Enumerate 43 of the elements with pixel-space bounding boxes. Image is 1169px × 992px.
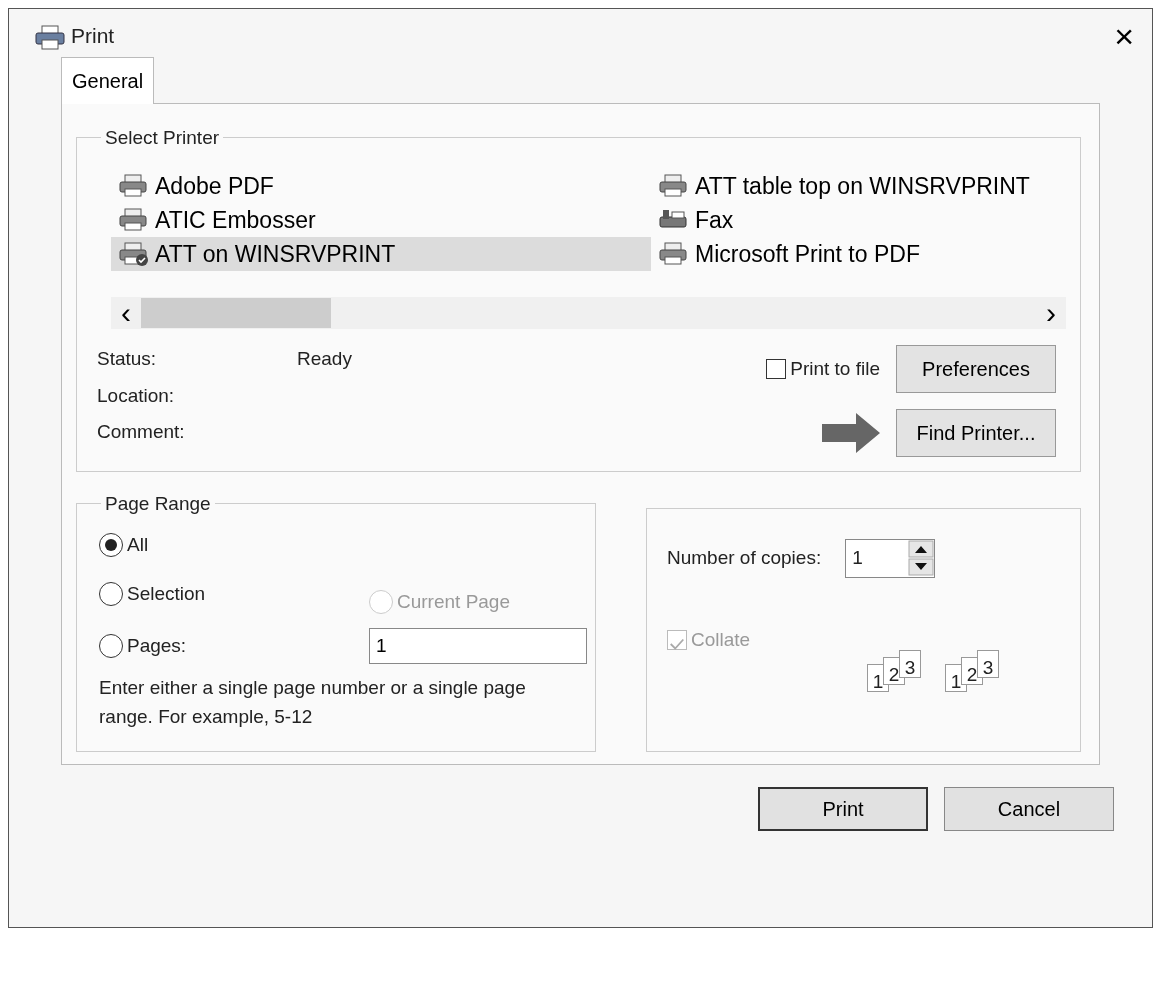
preferences-button[interactable]: Preferences <box>896 345 1056 393</box>
checkbox[interactable] <box>766 359 787 379</box>
radio-button[interactable] <box>99 581 123 606</box>
radio-label: Pages: <box>127 633 187 658</box>
printer-item[interactable]: ATIC Embosser <box>111 203 651 237</box>
checkbox-label: Collate <box>691 627 751 652</box>
horizontal-scrollbar[interactable]: ‹ › <box>111 297 1066 329</box>
page-icon: 3 <box>899 649 921 678</box>
radio-label: All <box>127 533 149 557</box>
radio-button[interactable] <box>99 634 123 658</box>
printer-icon <box>117 241 151 267</box>
group-title: Select Printer <box>104 128 221 147</box>
field-label: Comment: <box>97 420 186 444</box>
print-button[interactable]: Print <box>758 787 928 831</box>
tab[interactable]: General <box>61 57 155 104</box>
checkbox-label: Print to file <box>790 356 880 381</box>
scroll-thumb[interactable] <box>141 298 331 328</box>
hint-text: Enter either a single page number or a single page range. For example, 5-12 <box>98 676 527 729</box>
printer-item[interactable]: Fax <box>651 203 1046 237</box>
radio-label: Current Page <box>397 589 510 614</box>
printer-item[interactable]: ATT on WINSRVPRINT <box>111 237 651 271</box>
printer-item[interactable]: Microsoft Print to PDF <box>651 237 1046 271</box>
printer-item[interactable]: ATT table top on WINSRVPRINT <box>651 169 1046 203</box>
close-button[interactable]: × <box>1108 19 1140 53</box>
cancel-button[interactable]: Cancel <box>944 787 1114 831</box>
scroll-right-button[interactable]: › <box>1036 298 1066 328</box>
group-title: Page Range <box>104 494 212 513</box>
scroll-left-button[interactable]: ‹ <box>111 298 141 328</box>
radio-label: Selection <box>127 581 206 606</box>
printer-icon <box>35 24 65 51</box>
find-printer-button[interactable]: Find Printer... <box>896 409 1056 457</box>
page-icon: 3 <box>977 649 999 678</box>
copies-label: Number of copies: <box>667 546 822 570</box>
copies-spinner[interactable]: 1 <box>845 539 936 578</box>
window-title: Print <box>71 23 115 50</box>
printer-item[interactable]: Adobe PDF <box>111 169 651 203</box>
arrow-icon <box>822 413 880 453</box>
field-label: Status: <box>97 347 158 371</box>
field-value: Ready <box>297 347 352 371</box>
spin-arrows-icon[interactable] <box>908 540 935 576</box>
pages-field[interactable]: 1 <box>369 628 587 664</box>
radio-button[interactable] <box>99 533 123 558</box>
field-label: Location: <box>97 383 176 408</box>
